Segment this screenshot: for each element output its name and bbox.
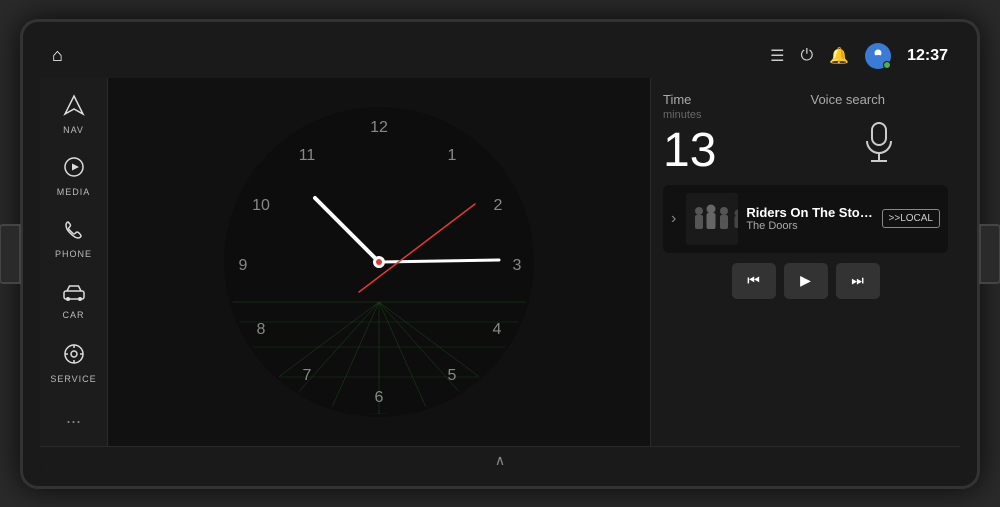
svg-text:6: 6 bbox=[375, 389, 384, 406]
clock-time: 12:37 bbox=[907, 47, 948, 65]
sidebar-item-nav[interactable]: NAV bbox=[44, 86, 104, 144]
media-expand-icon[interactable]: › bbox=[671, 210, 676, 228]
time-widget: Time minutes 13 bbox=[663, 92, 801, 175]
album-art-image bbox=[686, 193, 738, 245]
sidebar-item-service[interactable]: SERVICE bbox=[44, 334, 104, 392]
car-display-unit: ⌂ ☰ ⏻ 🔔 12:37 bbox=[20, 19, 980, 489]
clock-area: 12 1 2 3 4 5 6 7 bbox=[108, 78, 650, 446]
status-icons: ☰ ⏻ 🔔 12:37 bbox=[770, 43, 948, 69]
artist-name: The Doors bbox=[746, 220, 873, 232]
phone-label: PHONE bbox=[55, 249, 92, 259]
svg-text:8: 8 bbox=[257, 321, 266, 338]
time-widget-subtitle: minutes bbox=[663, 109, 801, 121]
bracket-left bbox=[0, 224, 21, 284]
play-pause-button[interactable]: ▶ bbox=[784, 263, 828, 299]
service-label: SERVICE bbox=[50, 374, 96, 384]
svg-text:9: 9 bbox=[239, 257, 248, 274]
prev-track-button[interactable]: ⏮ bbox=[732, 263, 776, 299]
car-label: CAR bbox=[62, 310, 84, 320]
local-badge[interactable]: >>LOCAL bbox=[882, 209, 940, 228]
service-icon bbox=[63, 343, 85, 371]
home-icon[interactable]: ⌂ bbox=[52, 45, 63, 66]
screen: ⌂ ☰ ⏻ 🔔 12:37 bbox=[40, 34, 960, 474]
avatar-status-dot bbox=[883, 61, 891, 69]
chevron-up-icon[interactable]: ∧ bbox=[495, 452, 505, 469]
sidebar-item-phone[interactable]: PHONE bbox=[44, 210, 104, 268]
svg-text:1: 1 bbox=[448, 147, 457, 164]
microphone-icon[interactable] bbox=[861, 121, 897, 172]
time-widget-value: 13 bbox=[663, 127, 801, 175]
sidebar-item-media[interactable]: MEDIA bbox=[44, 148, 104, 206]
svg-text:12: 12 bbox=[370, 119, 388, 136]
svg-text:5: 5 bbox=[448, 367, 457, 384]
car-icon bbox=[62, 283, 86, 307]
bottom-bar: ∧ bbox=[40, 446, 960, 474]
phone-icon bbox=[64, 220, 84, 246]
time-widget-title: Time bbox=[663, 92, 801, 107]
media-icon bbox=[63, 156, 85, 184]
voice-search-widget: Voice search bbox=[811, 92, 949, 172]
svg-text:11: 11 bbox=[299, 147, 316, 164]
song-title: Riders On The Storm bbox=[746, 205, 873, 220]
voice-search-title: Voice search bbox=[811, 92, 885, 107]
svg-text:10: 10 bbox=[252, 197, 270, 214]
media-player-row: › bbox=[663, 185, 948, 253]
media-info: Riders On The Storm The Doors bbox=[746, 205, 873, 232]
power-icon[interactable]: ⏻ bbox=[801, 47, 814, 65]
menu-icon[interactable]: ☰ bbox=[770, 46, 784, 66]
svg-text:2: 2 bbox=[494, 197, 503, 214]
user-avatar[interactable] bbox=[865, 43, 891, 69]
sidebar-item-car[interactable]: CAR bbox=[44, 272, 104, 330]
media-label: MEDIA bbox=[57, 187, 91, 197]
playback-controls: ⏮ ▶ ⏭ bbox=[663, 263, 948, 299]
svg-text:4: 4 bbox=[493, 321, 502, 338]
svg-text:3: 3 bbox=[513, 257, 522, 274]
status-bar: ⌂ ☰ ⏻ 🔔 12:37 bbox=[40, 34, 960, 78]
next-track-button[interactable]: ⏭ bbox=[836, 263, 880, 299]
right-panel: Time minutes 13 Voice search bbox=[650, 78, 960, 446]
clock-face: 12 1 2 3 4 5 6 7 bbox=[219, 102, 539, 422]
widgets-row: Time minutes 13 Voice search bbox=[663, 92, 948, 175]
bell-icon[interactable]: 🔔 bbox=[829, 46, 849, 66]
bracket-right bbox=[979, 224, 1000, 284]
nav-label: NAV bbox=[63, 125, 84, 135]
sidebar: NAV MEDIA bbox=[40, 78, 108, 446]
nav-icon bbox=[63, 94, 85, 122]
more-menu-button[interactable]: ... bbox=[66, 397, 81, 438]
svg-text:7: 7 bbox=[303, 367, 312, 384]
main-area: NAV MEDIA bbox=[40, 78, 960, 446]
album-art bbox=[686, 193, 738, 245]
